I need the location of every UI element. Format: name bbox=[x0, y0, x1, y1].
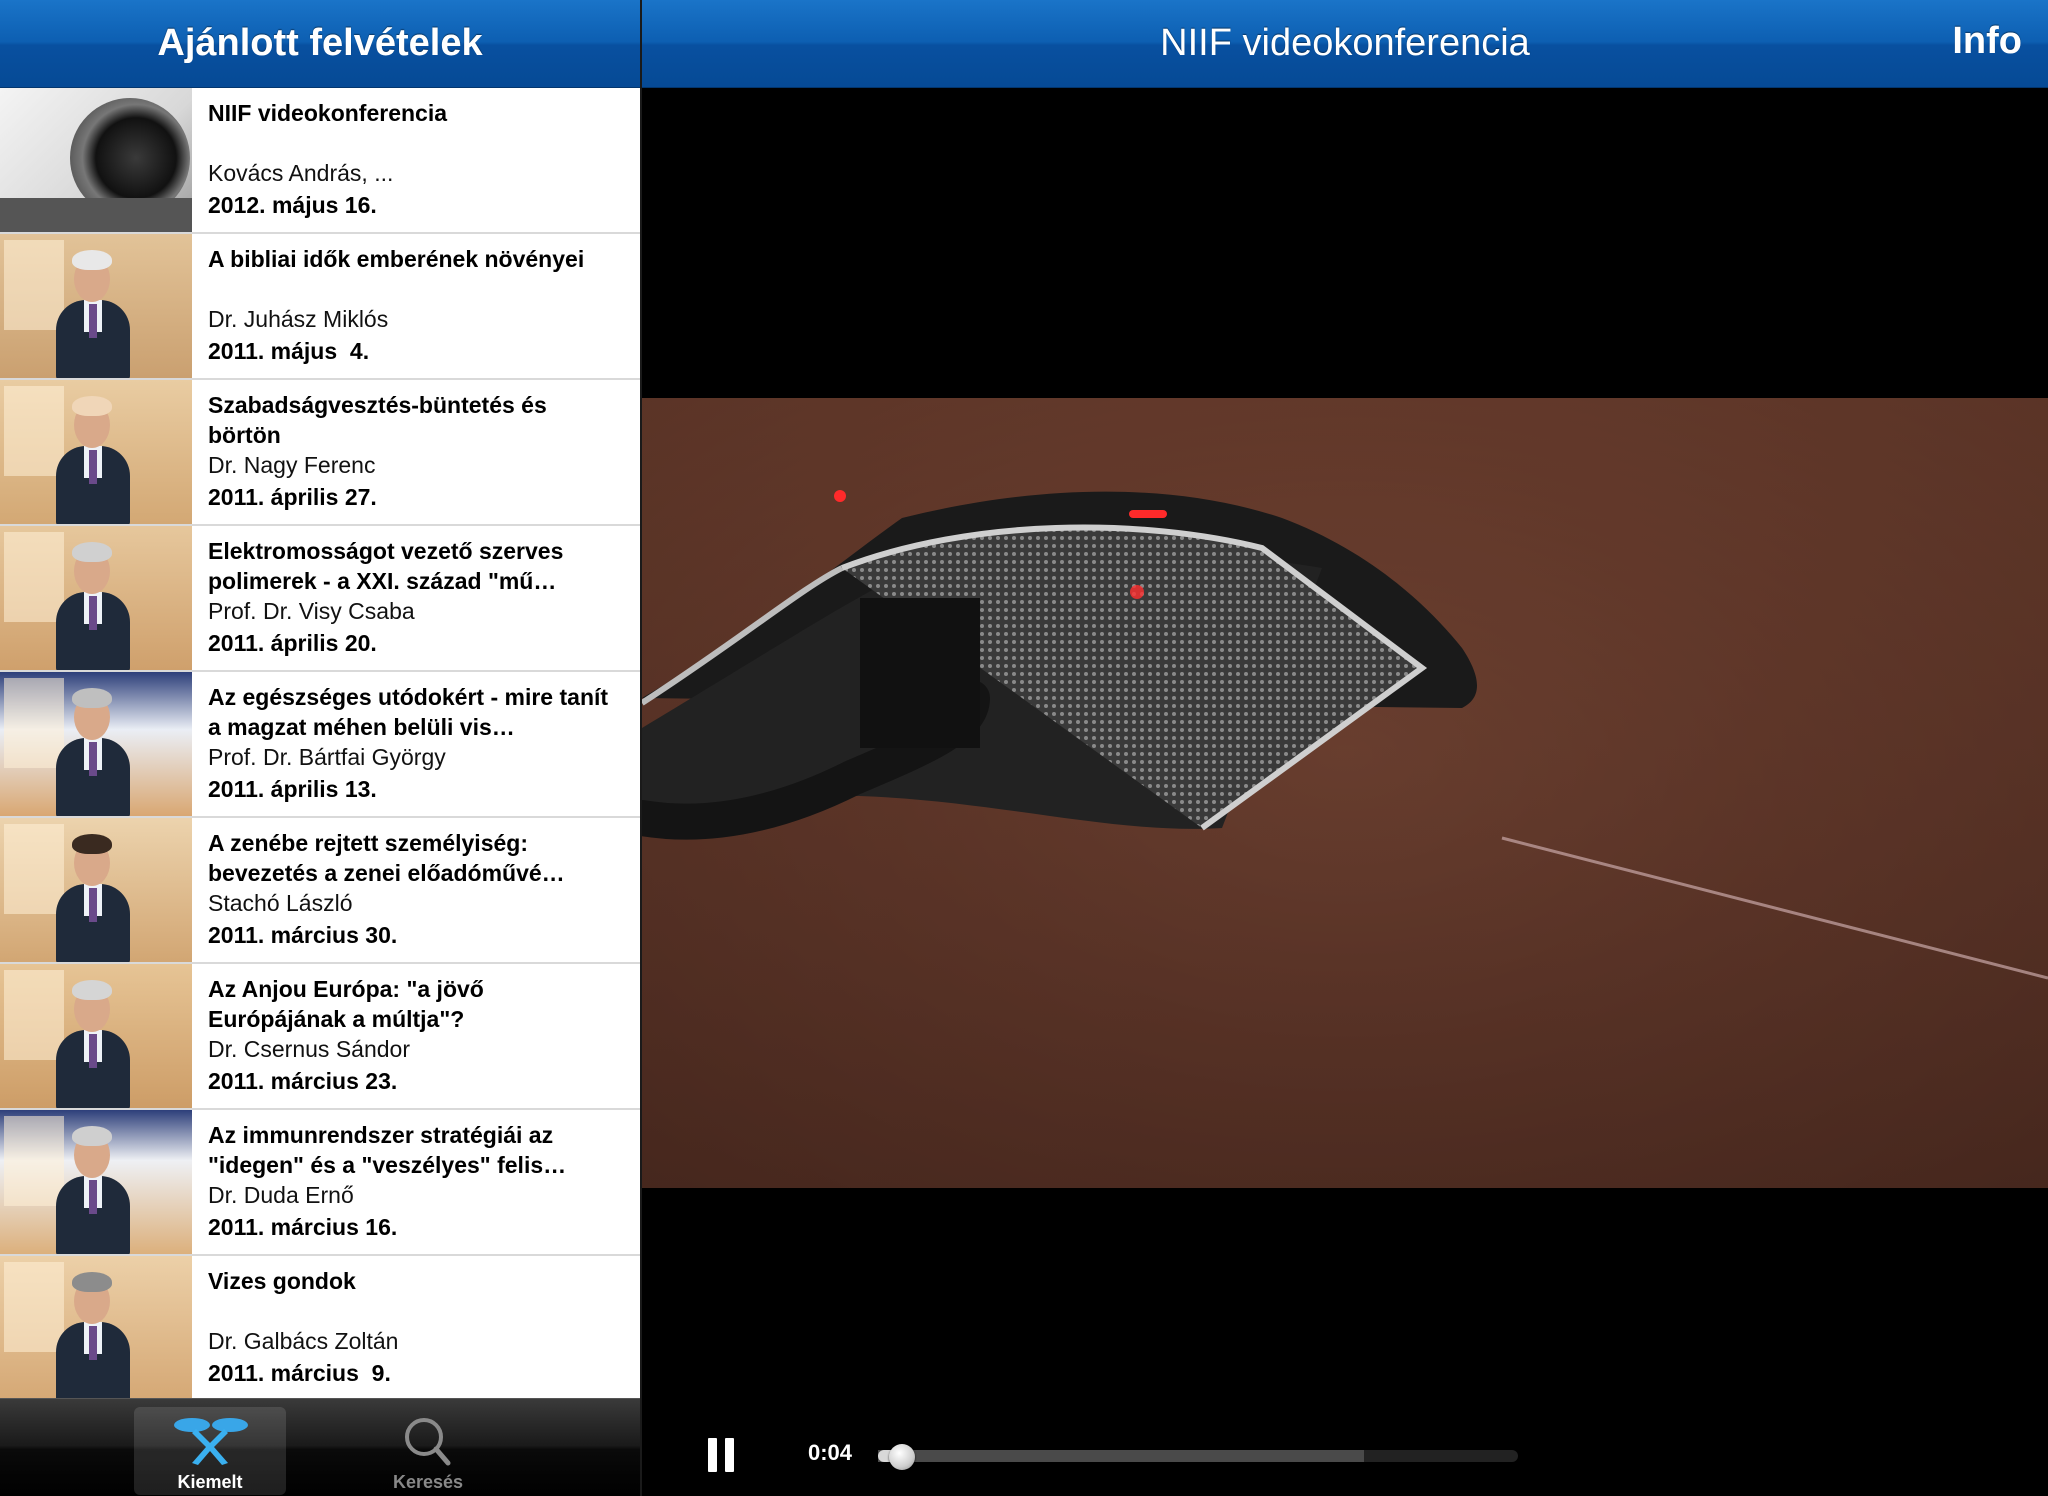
video-author: Dr. Galbács Zoltán bbox=[208, 1328, 399, 1354]
video-list-item[interactable]: Vizes gondok Dr. Galbács Zoltán 2011. márc… bbox=[0, 1256, 640, 1398]
video-thumbnail bbox=[0, 818, 192, 962]
video-thumbnail bbox=[0, 964, 192, 1108]
video-list-item[interactable]: Szabadságvesztés-büntetés és börtön Dr. N… bbox=[0, 380, 640, 526]
video-author: Kovács András, ... bbox=[208, 160, 394, 186]
video-date: 2011. április 13. bbox=[208, 776, 377, 802]
featured-video-list[interactable]: NIIF videokonferencia Kovács András, ... 2… bbox=[0, 88, 640, 1398]
info-button[interactable]: Info bbox=[1952, 20, 2022, 63]
video-title: Vizes gondok bbox=[208, 1268, 356, 1294]
video-list-item[interactable]: A zenébe rejtett személyiség: bevezetés … bbox=[0, 818, 640, 964]
video-title: Szabadságvesztés-büntetés és börtön bbox=[208, 392, 547, 448]
scrubber-thumb[interactable] bbox=[888, 1444, 915, 1470]
tab-search-label: Keresés bbox=[392, 1472, 464, 1492]
video-list-item-text: Elektromosságot vezető szerves polimerek… bbox=[208, 536, 624, 660]
tab-featured-label: Kiemelt bbox=[177, 1472, 243, 1492]
video-title: Az Anjou Európa: "a jövő Európájának a m… bbox=[208, 976, 484, 1032]
video-thumbnail bbox=[0, 1110, 192, 1254]
video-date: 2011. március 16. bbox=[208, 1214, 398, 1240]
video-author: Dr. Juhász Miklós bbox=[208, 306, 389, 332]
video-date: 2011. április 27. bbox=[208, 484, 377, 510]
video-list-item-text: Az Anjou Európa: "a jövő Európájának a m… bbox=[208, 974, 624, 1098]
video-author: Prof. Dr. Bártfai György bbox=[208, 744, 446, 770]
playback-controls: 0:04 bbox=[642, 1410, 2048, 1496]
video-title: A bibliai idők emberének növényei bbox=[208, 246, 585, 272]
video-title: Az egészséges utódokért - mire tanít a m… bbox=[208, 684, 609, 740]
video-author: Prof. Dr. Visy Csaba bbox=[208, 598, 415, 624]
player-navigation-bar: NIIF videokonferencia Info bbox=[642, 0, 2048, 88]
video-date: 2011. március 23. bbox=[208, 1068, 398, 1094]
pause-icon bbox=[708, 1438, 717, 1472]
tab-bar: Kiemelt Keresés bbox=[0, 1398, 640, 1496]
video-date: 2011. május 4. bbox=[208, 338, 370, 364]
video-thumbnail bbox=[0, 380, 192, 524]
tab-featured[interactable]: Kiemelt bbox=[134, 1407, 286, 1495]
video-list-item-text: A bibliai idők emberének növényei Dr. Juh… bbox=[208, 244, 624, 368]
scrubber-buffered bbox=[878, 1450, 1365, 1462]
video-title: Az immunrendszer stratégiái az "idegen" … bbox=[208, 1122, 567, 1178]
video-title: Elektromosságot vezető szerves polimerek… bbox=[208, 538, 564, 594]
video-author: Stachó László bbox=[208, 890, 353, 916]
video-date: 2011. április 20. bbox=[208, 630, 377, 656]
video-list-item[interactable]: NIIF videokonferencia Kovács András, ... 2… bbox=[0, 88, 640, 234]
video-author: Dr. Csernus Sándor bbox=[208, 1036, 410, 1062]
featured-icon bbox=[134, 1413, 286, 1469]
conference-microphone-image bbox=[642, 398, 2048, 1188]
video-list-item-text: A zenébe rejtett személyiség: bevezetés … bbox=[208, 828, 624, 952]
video-list-item-text: Vizes gondok Dr. Galbács Zoltán 2011. márc… bbox=[208, 1266, 624, 1390]
video-list-item[interactable]: Az immunrendszer stratégiái az "idegen" … bbox=[0, 1110, 640, 1256]
video-list-item[interactable]: A bibliai idők emberének növényei Dr. Juh… bbox=[0, 234, 640, 380]
detail-pane: NIIF videokonferencia Info 0:04 bbox=[642, 0, 2048, 1496]
video-list-item[interactable]: Az Anjou Európa: "a jövő Európájának a m… bbox=[0, 964, 640, 1110]
video-thumbnail bbox=[0, 234, 192, 378]
video-list-item[interactable]: Elektromosságot vezető szerves polimerek… bbox=[0, 526, 640, 672]
left-nav-title: Ajánlott felvételek bbox=[157, 22, 483, 64]
tab-search[interactable]: Keresés bbox=[352, 1407, 504, 1495]
video-date: 2011. március 30. bbox=[208, 922, 398, 948]
pause-icon-bar bbox=[725, 1438, 734, 1472]
video-list-item-text: NIIF videokonferencia Kovács András, ... 2… bbox=[208, 98, 624, 222]
video-thumbnail bbox=[0, 88, 192, 232]
video-date: 2011. március 9. bbox=[208, 1360, 391, 1386]
video-thumbnail bbox=[0, 526, 192, 670]
left-navigation-bar: Ajánlott felvételek bbox=[0, 0, 640, 88]
video-author: Dr. Nagy Ferenc bbox=[208, 452, 376, 478]
master-pane: Ajánlott felvételek NIIF videokonferenci… bbox=[0, 0, 640, 1496]
playback-scrubber[interactable] bbox=[878, 1444, 1518, 1470]
video-author: Dr. Duda Ernő bbox=[208, 1182, 354, 1208]
video-thumbnail bbox=[0, 672, 192, 816]
video-list-item-text: Az egészséges utódokért - mire tanít a m… bbox=[208, 682, 624, 806]
video-list-item-text: Szabadságvesztés-büntetés és börtön Dr. N… bbox=[208, 390, 624, 514]
pause-button[interactable] bbox=[708, 1438, 736, 1472]
video-frame[interactable] bbox=[642, 398, 2048, 1188]
video-date: 2012. május 16. bbox=[208, 192, 377, 218]
video-title: A zenébe rejtett személyiség: bevezetés … bbox=[208, 830, 565, 886]
video-title: NIIF videokonferencia bbox=[208, 100, 448, 126]
video-list-item[interactable]: Az egészséges utódokért - mire tanít a m… bbox=[0, 672, 640, 818]
video-list-item-text: Az immunrendszer stratégiái az "idegen" … bbox=[208, 1120, 624, 1244]
elapsed-time: 0:04 bbox=[808, 1440, 853, 1465]
search-icon bbox=[352, 1413, 504, 1469]
player-title: NIIF videokonferencia bbox=[1160, 22, 1530, 64]
video-thumbnail bbox=[0, 1256, 192, 1398]
